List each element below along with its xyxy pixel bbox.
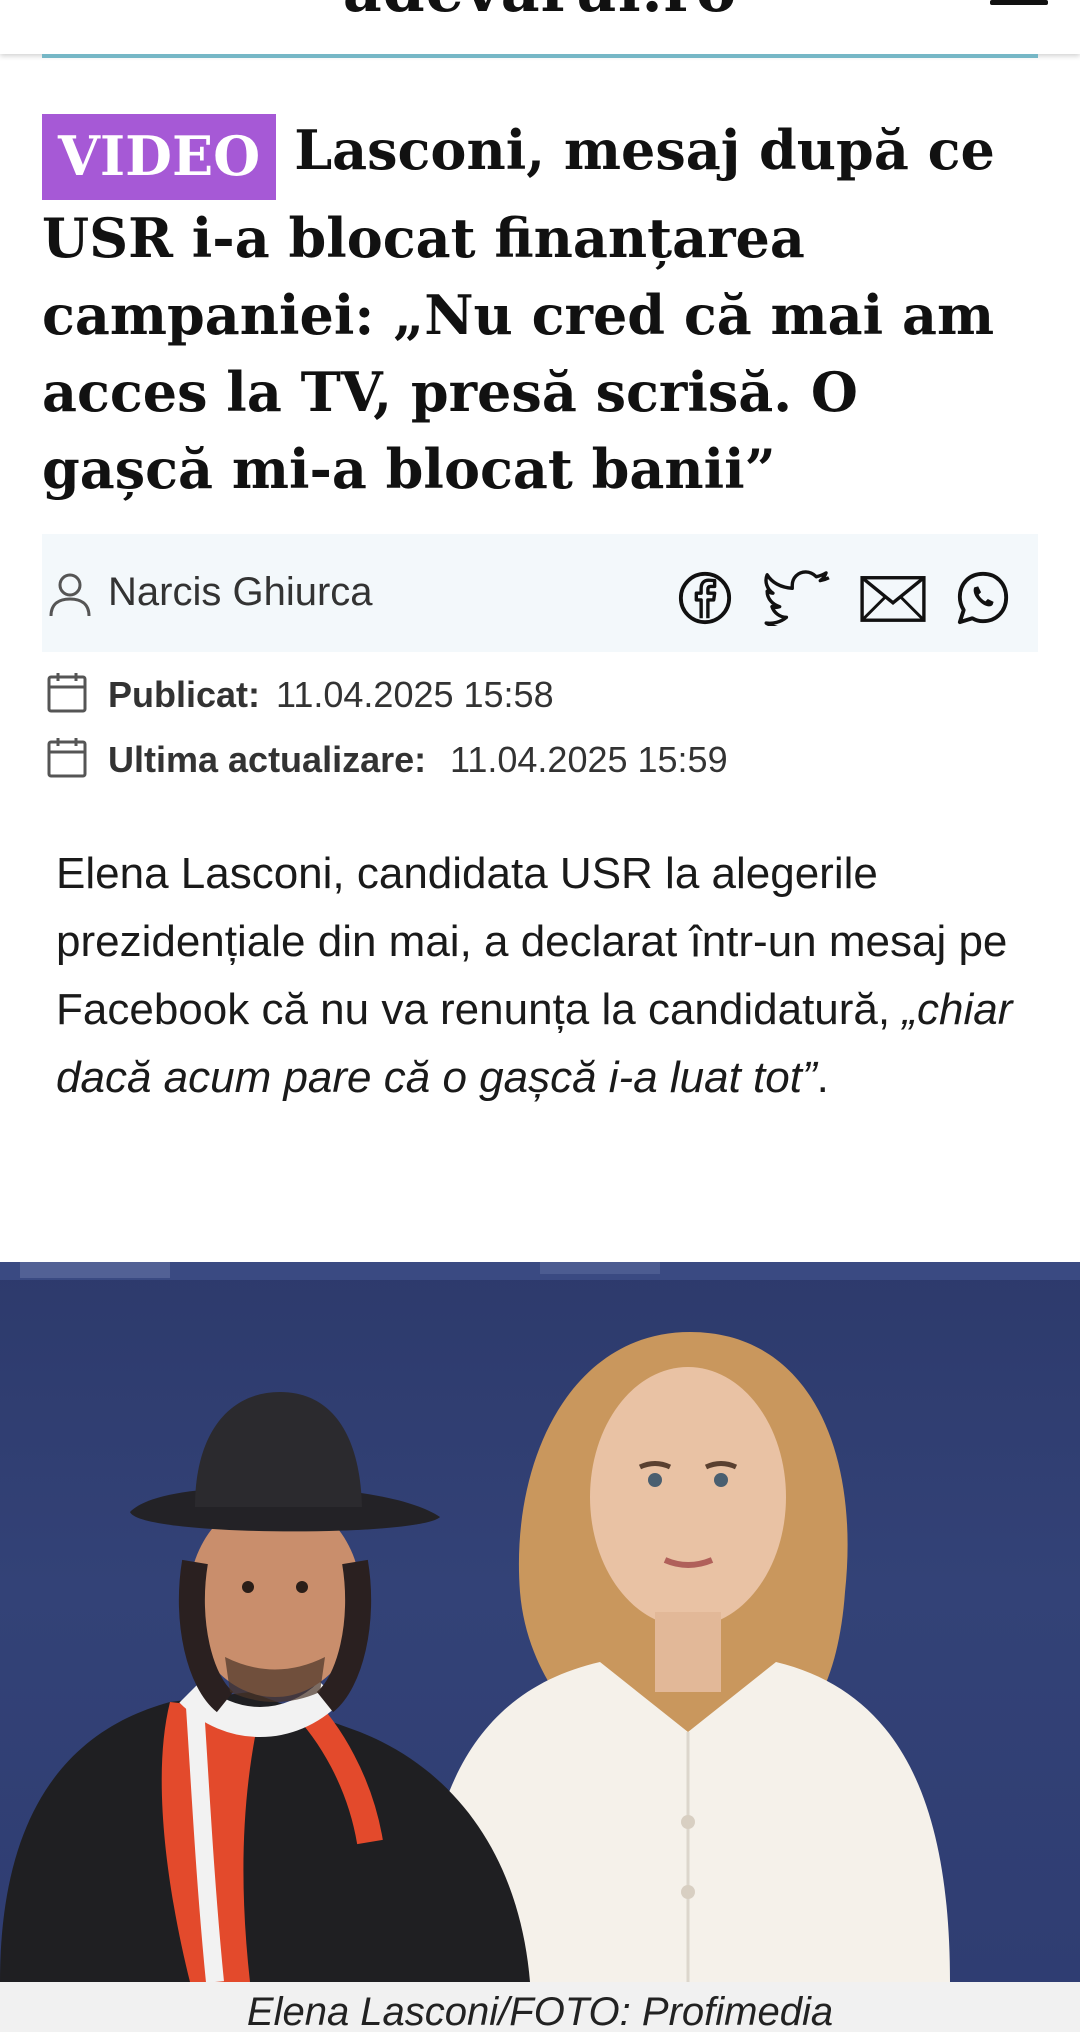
photo-illustration (0, 1262, 1080, 1982)
updated-row: Ultima actualizare: 11.04.2025 15:59 (42, 733, 1038, 783)
email-icon[interactable] (858, 570, 928, 626)
author-share-bar: Narcis Ghiurca (42, 534, 1038, 652)
calendar-icon (47, 738, 87, 778)
article-headline: VIDEO Lasconi, mesaj după ce USR i-a bloc… (42, 112, 1042, 508)
updated-date: 11.04.2025 15:59 (450, 739, 728, 780)
header-accent-line (42, 54, 1038, 58)
author-name[interactable]: Narcis Ghiurca (108, 570, 373, 615)
top-bar: adevarul.ro (0, 0, 1080, 54)
site-logo[interactable]: adevarul.ro (0, 0, 1080, 26)
published-label: Publicat: (108, 674, 261, 715)
published-row: Publicat: 11.04.2025 15:58 (42, 668, 1038, 718)
twitter-icon[interactable] (764, 570, 834, 626)
hamburger-menu-icon[interactable] (990, 0, 1048, 10)
updated-label: Ultima actualizare: (108, 739, 427, 780)
article-photo[interactable] (0, 1262, 1080, 1982)
photo-caption-bar: Elena Lasconi/FOTO: Profimedia (0, 1982, 1080, 2032)
lead-end: . (816, 1053, 829, 1102)
video-badge[interactable]: VIDEO (42, 114, 277, 200)
whatsapp-icon[interactable] (954, 570, 1012, 626)
lead-text: Elena Lasconi, candidata USR la alegeril… (56, 849, 1008, 1034)
published-date: 11.04.2025 15:58 (276, 674, 554, 715)
facebook-icon[interactable] (676, 570, 734, 626)
calendar-icon (47, 673, 87, 713)
article-lead: Elena Lasconi, candidata USR la alegeril… (56, 840, 1046, 1112)
photo-caption: Elena Lasconi/FOTO: Profimedia (246, 1990, 834, 2032)
person-icon (49, 573, 91, 617)
